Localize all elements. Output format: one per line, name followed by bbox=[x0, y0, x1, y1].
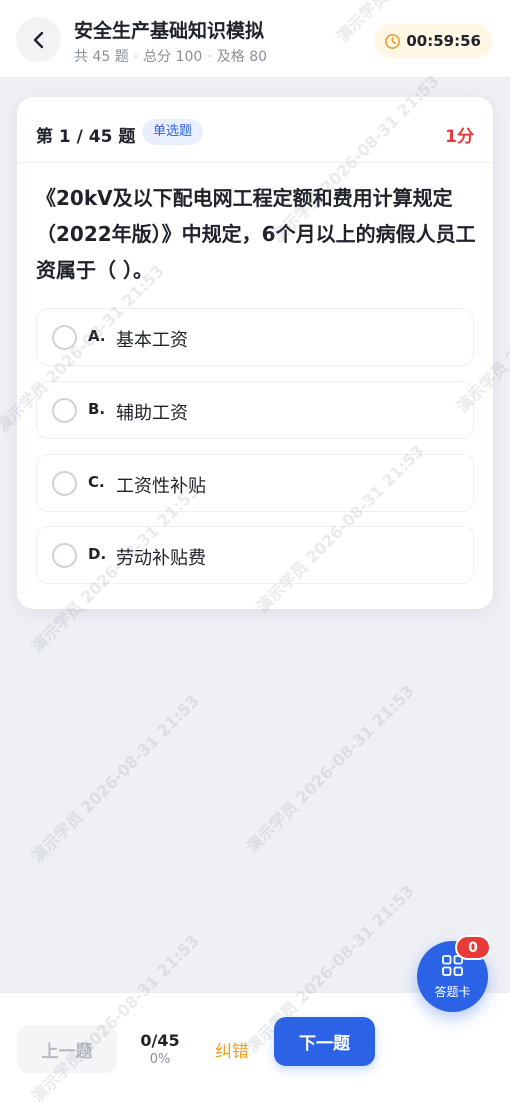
pass-score: 及格 80 bbox=[216, 49, 268, 65]
option-letter: B. bbox=[88, 400, 106, 418]
radio-button[interactable] bbox=[52, 398, 77, 423]
chevron-left-icon bbox=[33, 31, 43, 48]
countdown-timer: 00:59:56 bbox=[374, 24, 493, 58]
total-score: 总分 100 bbox=[143, 49, 203, 65]
question-type-badge: 单选题 bbox=[142, 119, 204, 145]
report-error-button[interactable]: 纠错 bbox=[206, 1037, 258, 1062]
previous-question-button[interactable]: 上一题 bbox=[17, 1025, 117, 1073]
radio-button[interactable] bbox=[52, 471, 77, 496]
option-c[interactable]: C. 工资性补贴 bbox=[36, 454, 474, 512]
option-text: 工资性补贴 bbox=[116, 476, 206, 497]
question-header: 第 1 / 45 题 单选题 1分 bbox=[17, 97, 493, 163]
progress-count: 0/45 bbox=[140, 1031, 180, 1050]
radio-button[interactable] bbox=[52, 325, 77, 350]
back-button[interactable] bbox=[16, 17, 61, 62]
answer-card-label: 答题卡 bbox=[434, 985, 471, 999]
timer-value: 00:59:56 bbox=[406, 32, 481, 50]
question-total: 共 45 题 bbox=[74, 49, 129, 65]
top-bar: 安全生产基础知识模拟 共 45 题 · 总分 100 · 及格 80 00:59:56 bbox=[0, 0, 510, 78]
exam-title: 安全生产基础知识模拟 bbox=[74, 20, 265, 42]
separator-dot: · bbox=[133, 49, 139, 65]
option-letter: C. bbox=[88, 473, 105, 491]
answered-count-badge: 0 bbox=[455, 935, 491, 960]
radio-button[interactable] bbox=[52, 543, 77, 568]
question-text: 《20kV及以下配电网工程定额和费用计算规定（2022年版）》中规定，6个月以上… bbox=[36, 186, 476, 282]
progress-percent: 0% bbox=[149, 1052, 171, 1067]
answer-progress: 0/45 0% bbox=[128, 1031, 192, 1068]
clock-icon bbox=[385, 33, 401, 49]
question-number: 第 1 / 45 题 bbox=[36, 127, 136, 147]
option-text: 基本工资 bbox=[116, 330, 188, 351]
option-text: 辅助工资 bbox=[116, 403, 188, 424]
option-letter: D. bbox=[88, 545, 107, 563]
bottom-bar: 上一题 0/45 0% 纠错 下一题 bbox=[0, 992, 510, 1104]
option-d[interactable]: D. 劳动补贴费 bbox=[36, 526, 474, 584]
separator-dot: · bbox=[207, 49, 212, 65]
option-b[interactable]: B. 辅助工资 bbox=[36, 381, 474, 439]
option-letter: A. bbox=[88, 327, 106, 345]
option-a[interactable]: A. 基本工资 bbox=[36, 308, 474, 366]
next-question-button[interactable]: 下一题 bbox=[274, 1017, 375, 1066]
watermark: 演示学员 2026-08-31 21:53 bbox=[242, 681, 418, 857]
watermark: 演示学员 2026-08-31 21:53 bbox=[27, 691, 203, 867]
option-text: 劳动补贴费 bbox=[116, 548, 206, 569]
exam-meta: 共 45 题 · 总分 100 · 及格 80 bbox=[74, 46, 267, 66]
question-card: 第 1 / 45 题 单选题 1分 《20kV及以下配电网工程定额和费用计算规定… bbox=[17, 97, 493, 609]
question-score: 1分 bbox=[445, 127, 474, 147]
